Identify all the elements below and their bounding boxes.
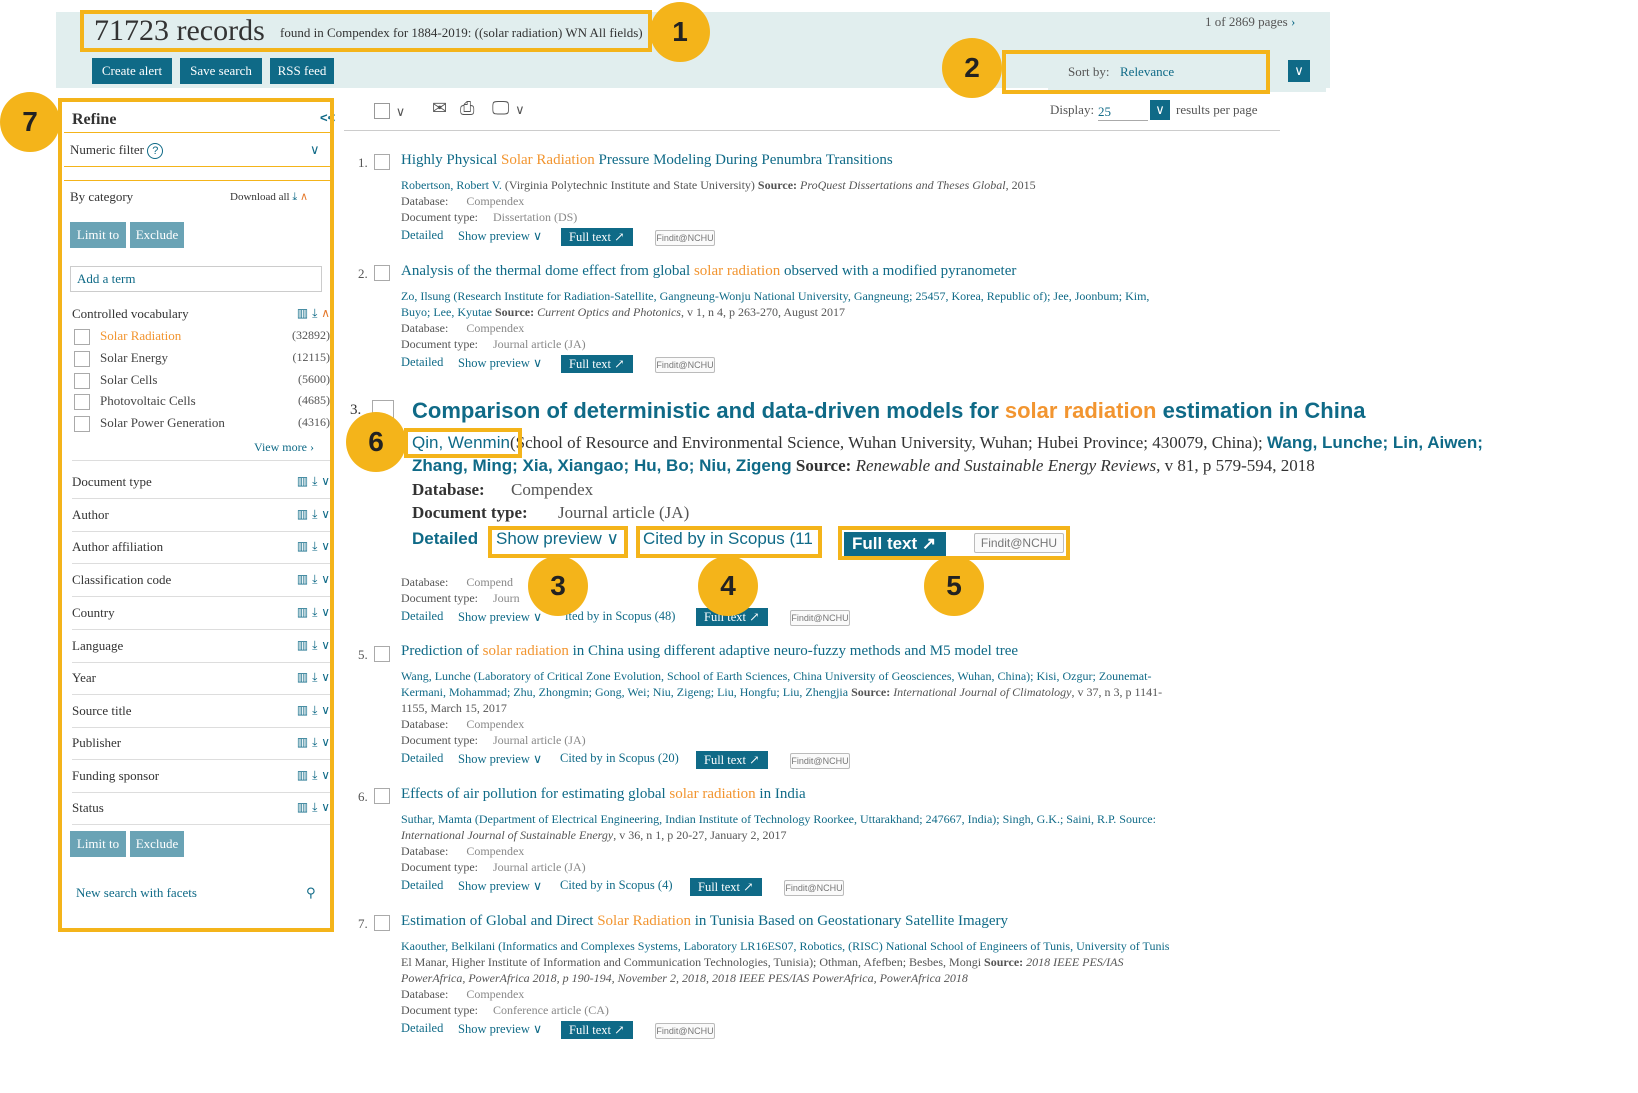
page-indicator[interactable]: 1 of 2869 pages ›	[1205, 14, 1295, 30]
detailed-link[interactable]: Detailed	[401, 878, 443, 893]
chevron-down-icon[interactable]: ∨	[396, 105, 406, 120]
result-authors: Robertson, Robert V. (Virginia Polytechn…	[401, 178, 1036, 192]
show-preview-link[interactable]: Show preview ∨	[458, 751, 542, 767]
result-title[interactable]: Prediction of solar radiation in China u…	[401, 643, 1018, 660]
result-authors: Qin, Wenmin(School of Resource and Envir…	[412, 433, 1483, 452]
result-checkbox[interactable]	[374, 646, 390, 662]
display-select[interactable]: 25	[1098, 104, 1148, 121]
display-label: Display:	[1050, 102, 1095, 117]
findit-button[interactable]: Findit@NCHU	[655, 230, 715, 246]
chevron-right-icon[interactable]: ›	[1291, 14, 1295, 29]
callout-badge-1: 1	[650, 2, 710, 62]
callout-badge-3: 3	[528, 556, 588, 616]
full-text-button[interactable]: Full text ↗	[696, 751, 768, 769]
result-authors[interactable]: Zo, Ilsung (Research Institute for Radia…	[401, 289, 1149, 304]
full-text-button[interactable]: Full text ↗	[561, 228, 633, 246]
rss-feed-button[interactable]: RSS feed	[270, 58, 334, 84]
callout-badge-6: 6	[346, 412, 406, 472]
result-title[interactable]: Analysis of the thermal dome effect from…	[401, 263, 1016, 280]
highlight-box-5	[838, 526, 1070, 560]
result-title[interactable]: Comparison of deterministic and data-dri…	[412, 398, 1366, 424]
full-text-button[interactable]: Full text ↗	[561, 1021, 633, 1039]
detailed-link[interactable]: Detailed	[412, 529, 478, 549]
show-preview-link[interactable]: Show preview ∨	[458, 355, 542, 371]
print-icon[interactable]: ⎙	[460, 98, 474, 119]
findit-button[interactable]: Findit@NCHU	[790, 610, 850, 626]
result-authors[interactable]: Kaouther, Belkilani (Informatics and Com…	[401, 939, 1169, 954]
cited-by-link[interactable]: Cited by in Scopus (20)	[560, 751, 679, 766]
callout-badge-7: 7	[0, 92, 60, 152]
highlight-box-2	[1002, 50, 1270, 94]
result-authors[interactable]: Suthar, Mamta (Department of Electrical …	[401, 812, 1156, 827]
detailed-link[interactable]: Detailed	[401, 1021, 443, 1036]
callout-badge-4: 4	[698, 556, 758, 616]
results-per-page-label: results per page	[1176, 102, 1258, 117]
highlight-box-7	[58, 98, 334, 932]
chevron-down-icon[interactable]: ∨	[1288, 60, 1310, 82]
findit-button[interactable]: Findit@NCHU	[784, 880, 844, 896]
highlight-box-6	[404, 428, 522, 458]
cited-by-link[interactable]: Cited by in Scopus (4)	[560, 878, 673, 893]
result-checkbox[interactable]	[374, 265, 390, 281]
result-authors[interactable]: Wang, Lunche (Laboratory of Critical Zon…	[401, 669, 1151, 684]
result-checkbox[interactable]	[374, 915, 390, 931]
cited-by-link[interactable]: ited by in Scopus (48)	[565, 609, 675, 624]
full-text-button[interactable]: Full text ↗	[561, 355, 633, 373]
show-preview-link[interactable]: Show preview ∨	[458, 1021, 542, 1037]
detailed-link[interactable]: Detailed	[401, 609, 443, 624]
toolbar-divider	[344, 130, 1280, 131]
result-title[interactable]: Highly Physical Solar Radiation Pressure…	[401, 152, 893, 169]
detailed-link[interactable]: Detailed	[401, 228, 443, 243]
detailed-link[interactable]: Detailed	[401, 751, 443, 766]
select-all-checkbox[interactable]: ∨	[374, 100, 405, 121]
findit-button[interactable]: Findit@NCHU	[655, 1023, 715, 1039]
result-checkbox[interactable]	[374, 788, 390, 804]
email-icon[interactable]: ✉	[432, 98, 447, 119]
full-text-button[interactable]: Full text ↗	[690, 878, 762, 896]
show-preview-link[interactable]: Show preview ∨	[458, 609, 542, 625]
highlight-box-4	[636, 526, 822, 558]
highlight-box-3	[488, 526, 628, 558]
detailed-link[interactable]: Detailed	[401, 355, 443, 370]
download-icon[interactable]: 🖵 ∨	[492, 98, 525, 119]
show-preview-link[interactable]: Show preview ∨	[458, 878, 542, 894]
result-checkbox[interactable]	[374, 154, 390, 170]
chevron-down-icon[interactable]: ∨	[1150, 100, 1170, 120]
callout-badge-2: 2	[942, 38, 1002, 98]
result-title[interactable]: Estimation of Global and Direct Solar Ra…	[401, 913, 1008, 930]
findit-button[interactable]: Findit@NCHU	[790, 753, 850, 769]
callout-badge-5: 5	[924, 556, 984, 616]
create-alert-button[interactable]: Create alert	[92, 58, 172, 84]
findit-button[interactable]: Findit@NCHU	[655, 357, 715, 373]
result-title[interactable]: Effects of air pollution for estimating …	[401, 786, 806, 803]
show-preview-link[interactable]: Show preview ∨	[458, 228, 542, 244]
save-search-button[interactable]: Save search	[180, 58, 262, 84]
highlight-box-1	[80, 10, 652, 52]
